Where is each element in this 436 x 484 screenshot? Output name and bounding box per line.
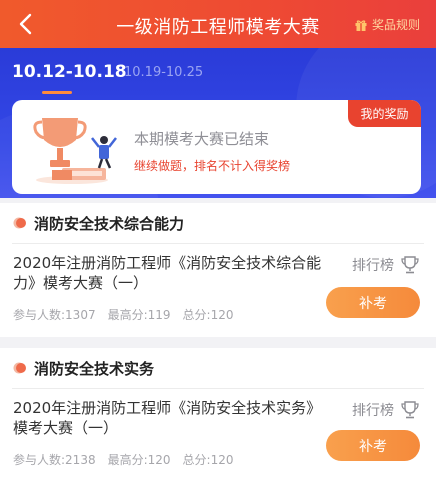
contest-status-card: 我的奖励 本期模考大赛已结束 继续做题，排名不计入得奖榜 [12,100,421,194]
participants-count: 参与人数:1307 [13,308,96,322]
total-score: 总分:120 [182,308,234,322]
prize-rules-link[interactable]: 奖品规则 [354,16,420,33]
leaderboard-label: 排行榜 [352,258,394,274]
makeup-exam-button[interactable]: 补考 [326,287,420,318]
section-dot-icon [13,362,26,374]
participants-count: 参与人数:2138 [13,453,96,467]
leaderboard-label: 排行榜 [352,403,394,419]
section-divider [12,388,424,389]
leaderboard-link[interactable]: 排行榜 [352,255,420,275]
total-score: 总分:120 [182,453,234,467]
exam-section-comprehensive: 消防安全技术综合能力 2020年注册消防工程师《消防安全技术综合能力》模考大赛（… [0,203,436,337]
tab-active-indicator [42,91,72,94]
section-divider [12,243,424,244]
exam-section-practice: 消防安全技术实务 2020年注册消防工程师《消防安全技术实务》模考大赛（一） 排… [0,348,436,484]
prize-rules-label: 奖品规则 [371,18,420,32]
tab-period-next[interactable]: 10.19-10.25 [124,65,203,80]
section-dot-icon [13,217,26,229]
continue-practice-text: 继续做题，排名不计入得奖榜 [134,159,291,173]
exam-name[interactable]: 2020年注册消防工程师《消防安全技术综合能力》模考大赛（一） [13,253,323,293]
my-reward-button[interactable]: 我的奖励 [348,100,421,127]
gift-icon [355,19,367,31]
leaderboard-link[interactable]: 排行榜 [352,400,420,420]
contest-ended-text: 本期模考大赛已结束 [134,130,270,148]
makeup-exam-button[interactable]: 补考 [326,430,420,461]
section-header: 消防安全技术实务 [0,348,436,388]
max-score: 最高分:119 [107,308,171,322]
tab-period-active[interactable]: 10.12-10.18 [12,62,127,82]
section-header: 消防安全技术综合能力 [0,203,436,243]
trophy-icon [401,256,419,274]
section-title: 消防安全技术实务 [34,360,155,378]
max-score: 最高分:120 [107,453,171,467]
exam-stats: 参与人数:2138 最高分:120 总分:120 [13,451,234,468]
exam-name[interactable]: 2020年注册消防工程师《消防安全技术实务》模考大赛（一） [13,398,323,438]
section-title: 消防安全技术综合能力 [34,215,185,233]
exam-stats: 参与人数:1307 最高分:119 总分:120 [13,306,234,323]
trophy-illustration-icon [33,118,117,184]
trophy-icon [401,401,419,419]
top-bar: 一级消防工程师模考大赛 奖品规则 [0,0,436,48]
